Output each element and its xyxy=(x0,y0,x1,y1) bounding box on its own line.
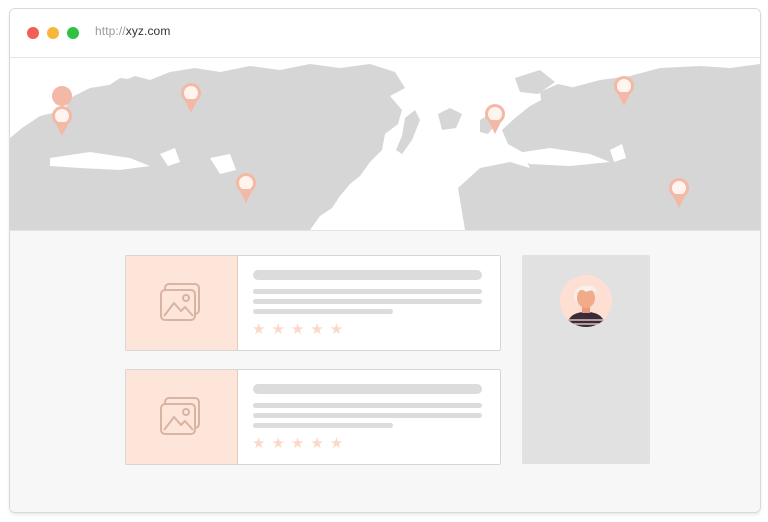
text-placeholder xyxy=(253,309,393,314)
card-thumbnail xyxy=(126,370,238,464)
image-icon xyxy=(160,397,200,435)
browser-titlebar: http://xyz.com xyxy=(10,9,760,58)
user-avatar-icon[interactable] xyxy=(559,274,613,328)
url-domain: xyz.com xyxy=(125,24,171,38)
text-placeholder xyxy=(253,299,482,304)
card-thumbnail xyxy=(126,256,238,350)
text-placeholder xyxy=(253,423,393,428)
content-area: ★★★★★ ★★★★★ xyxy=(10,231,760,512)
star-rating: ★★★★★ xyxy=(252,434,350,452)
star-rating: ★★★★★ xyxy=(252,320,350,338)
maximize-window-button[interactable] xyxy=(67,27,79,39)
listing-card[interactable]: ★★★★★ xyxy=(125,369,501,465)
text-placeholder xyxy=(253,289,482,294)
text-placeholder xyxy=(253,413,482,418)
world-map xyxy=(10,58,760,231)
browser-window: http://xyz.com ★★★★★ ★★★★★ xyxy=(9,8,761,513)
image-icon xyxy=(160,283,200,321)
map-graphic xyxy=(10,64,760,230)
title-placeholder xyxy=(253,384,482,394)
url-protocol: http:// xyxy=(95,24,126,38)
profile-sidebar xyxy=(522,255,650,464)
minimize-window-button[interactable] xyxy=(47,27,59,39)
close-window-button[interactable] xyxy=(27,27,39,39)
address-bar[interactable]: http://xyz.com xyxy=(95,24,170,38)
text-placeholder xyxy=(253,403,482,408)
title-placeholder xyxy=(253,270,482,280)
listing-card[interactable]: ★★★★★ xyxy=(125,255,501,351)
